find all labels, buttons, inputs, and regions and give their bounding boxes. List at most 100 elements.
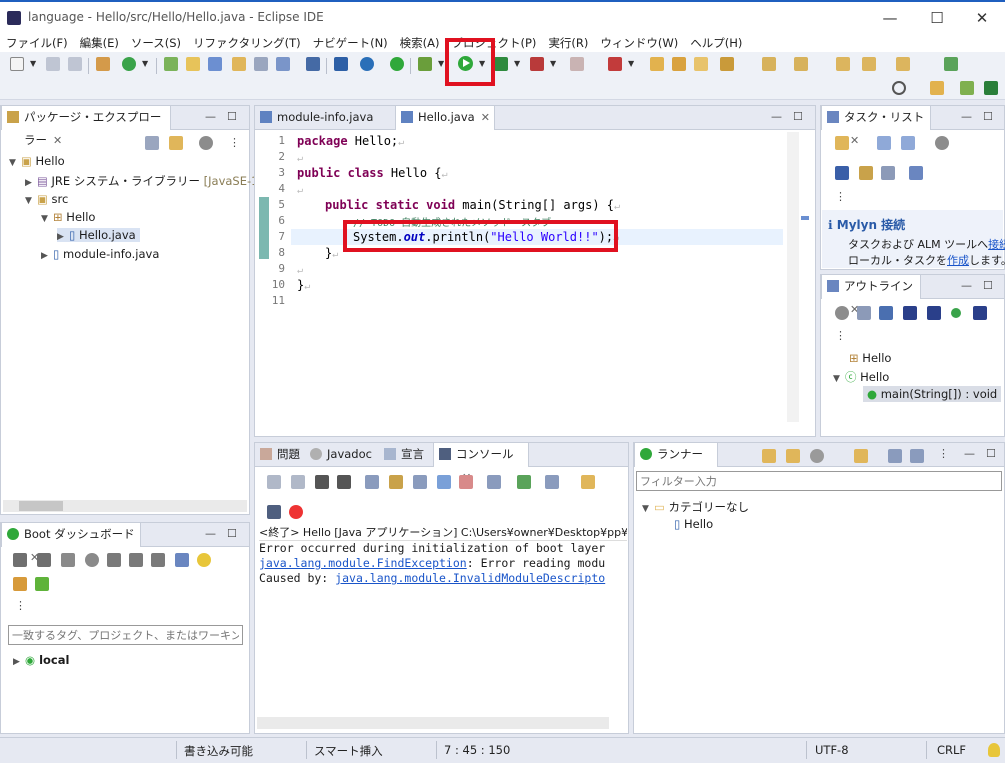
open-browser-icon[interactable] bbox=[85, 553, 99, 567]
status-line-delimiter[interactable]: CRLF bbox=[937, 743, 966, 757]
menu-search[interactable]: 検索(A) bbox=[394, 34, 446, 52]
edit-icon[interactable] bbox=[151, 553, 165, 567]
javadoc-icon[interactable] bbox=[232, 57, 246, 71]
tree-package-hello[interactable]: ▼ ⊞ Hello bbox=[41, 210, 95, 224]
hide-static-icon[interactable] bbox=[927, 306, 941, 320]
menu-run[interactable]: 実行(R) bbox=[542, 34, 594, 52]
forward-icon[interactable] bbox=[896, 57, 910, 71]
toggle-block-icon[interactable] bbox=[208, 57, 222, 71]
new-class-icon[interactable] bbox=[122, 57, 136, 71]
open-task-icon[interactable] bbox=[672, 57, 686, 71]
view-menu-icon[interactable]: ⋮ bbox=[15, 599, 26, 612]
external-tools-dropdown-icon[interactable]: ▼ bbox=[550, 59, 556, 68]
save-all-icon[interactable] bbox=[68, 57, 82, 71]
annotations-icon[interactable] bbox=[720, 57, 734, 71]
toggle-breadcrumb-icon[interactable] bbox=[254, 57, 268, 71]
toggle-mark-icon[interactable] bbox=[186, 57, 200, 71]
focus-task-icon[interactable] bbox=[935, 136, 949, 150]
remove-launch-icon[interactable] bbox=[315, 475, 329, 489]
debug-dropdown-icon[interactable]: ▼ bbox=[438, 59, 444, 68]
tab-task-list[interactable]: タスク・リスト✕ bbox=[821, 106, 931, 147]
maximize-icon[interactable]: ☐ bbox=[986, 447, 996, 460]
stop-boot-icon[interactable] bbox=[61, 553, 75, 567]
horizontal-scrollbar[interactable] bbox=[3, 500, 247, 512]
new-class-dropdown-icon[interactable]: ▼ bbox=[142, 59, 148, 68]
add-icon[interactable] bbox=[35, 577, 49, 591]
link-icon[interactable] bbox=[129, 553, 143, 567]
open-resource-icon[interactable] bbox=[694, 57, 708, 71]
close-icon[interactable]: ✕ bbox=[481, 111, 490, 124]
collapse-runner-icon[interactable] bbox=[888, 449, 902, 463]
coverage-icon[interactable] bbox=[494, 57, 508, 71]
display-console-icon[interactable] bbox=[517, 475, 531, 489]
tab-package-explorer[interactable]: パッケージ・エクスプローラー ✕ bbox=[1, 106, 171, 147]
tip-lightbulb-icon[interactable] bbox=[988, 743, 1000, 757]
expand-runner-icon[interactable] bbox=[910, 449, 924, 463]
tree-project-hello[interactable]: ▼ ▣ Hello bbox=[9, 154, 65, 168]
tab-console[interactable]: コンソール✕ bbox=[433, 443, 529, 484]
back-icon[interactable] bbox=[862, 57, 876, 71]
stop-icon[interactable] bbox=[570, 57, 584, 71]
vertical-scrollbar[interactable] bbox=[787, 132, 799, 422]
java-perspective-icon[interactable] bbox=[960, 81, 974, 95]
remove-all-icon[interactable] bbox=[337, 475, 351, 489]
maximize-icon[interactable]: ☐ bbox=[227, 110, 237, 123]
debug-icon[interactable] bbox=[418, 57, 432, 71]
spring-perspective-icon[interactable] bbox=[984, 81, 998, 95]
minimize-icon[interactable]: — bbox=[771, 110, 782, 123]
hide-nonpublic-icon[interactable] bbox=[951, 308, 961, 318]
focus-outline-icon[interactable] bbox=[835, 306, 849, 320]
maximize-button[interactable]: ☐ bbox=[917, 6, 957, 32]
new-package-icon[interactable] bbox=[96, 57, 110, 71]
new-task-icon[interactable] bbox=[835, 136, 849, 150]
view-menu-icon[interactable]: ⋮ bbox=[229, 136, 240, 149]
console-output[interactable]: Error occurred during initialization of … bbox=[255, 541, 628, 713]
open-console-icon[interactable] bbox=[545, 475, 559, 489]
categorized-icon[interactable] bbox=[877, 136, 891, 150]
external-tools-icon[interactable] bbox=[530, 57, 544, 71]
overview-marker[interactable] bbox=[801, 216, 809, 220]
boot-launch-icon[interactable] bbox=[390, 57, 404, 71]
open-perspective-icon[interactable] bbox=[944, 57, 958, 71]
view-menu-icon[interactable]: ⋮ bbox=[835, 329, 846, 342]
filter-icon[interactable] bbox=[13, 577, 27, 591]
prev-annotation-icon[interactable] bbox=[794, 57, 808, 71]
synchronize-icon[interactable] bbox=[859, 166, 873, 180]
open-launch-icon[interactable] bbox=[786, 449, 800, 463]
save-icon[interactable] bbox=[46, 57, 60, 71]
menu-edit[interactable]: 編集(E) bbox=[74, 34, 125, 52]
new-launch-icon[interactable] bbox=[762, 449, 776, 463]
menu-source[interactable]: ソース(S) bbox=[125, 34, 187, 52]
open-type-icon[interactable] bbox=[164, 57, 178, 71]
hide-completed-icon[interactable] bbox=[835, 166, 849, 180]
tab-problems[interactable]: 問題 bbox=[255, 443, 305, 467]
status-encoding[interactable]: UTF-8 bbox=[815, 743, 849, 757]
properties-icon[interactable] bbox=[175, 553, 189, 567]
close-icon[interactable]: ✕ bbox=[53, 134, 62, 147]
scrollbar-thumb[interactable] bbox=[19, 501, 63, 511]
collapse-tasks-icon[interactable] bbox=[881, 166, 895, 180]
outline-item-class[interactable]: ▼ ⓒ Hello bbox=[833, 369, 889, 385]
focus-icon[interactable] bbox=[199, 136, 213, 150]
minimize-icon[interactable]: — bbox=[205, 110, 216, 123]
tab-javadoc[interactable]: Javadoc bbox=[305, 443, 377, 467]
mylyn-icon[interactable] bbox=[909, 166, 923, 180]
close-icon[interactable]: ✕ bbox=[850, 134, 859, 147]
skip-breakpoints-icon[interactable] bbox=[334, 57, 348, 71]
outline-item-method[interactable]: ● main(String[]) : void bbox=[863, 386, 1002, 402]
menu-window[interactable]: ウィンドウ(W) bbox=[594, 34, 684, 52]
tree-file-hello-java[interactable]: ▶ ▯ Hello.java bbox=[57, 228, 140, 242]
minimize-icon[interactable]: — bbox=[961, 110, 972, 123]
close-window-button[interactable]: ✕ bbox=[962, 6, 1002, 32]
outline-item-package[interactable]: ⊞ Hello bbox=[849, 351, 891, 365]
connect-link[interactable]: 接続 bbox=[988, 238, 1005, 251]
tab-outline[interactable]: アウトライン✕ bbox=[821, 275, 921, 316]
search-icon[interactable] bbox=[892, 81, 906, 95]
pin-console-icon[interactable] bbox=[487, 475, 501, 489]
maximize-icon[interactable]: ☐ bbox=[983, 279, 993, 292]
boot-search-input[interactable] bbox=[8, 625, 243, 645]
tab-hello-java[interactable]: Hello.java ✕ bbox=[395, 106, 495, 130]
tree-src-folder[interactable]: ▼ ▣ src bbox=[25, 192, 68, 206]
minimize-button[interactable]: — bbox=[870, 6, 910, 32]
view-menu-icon[interactable]: ⋮ bbox=[835, 190, 846, 203]
